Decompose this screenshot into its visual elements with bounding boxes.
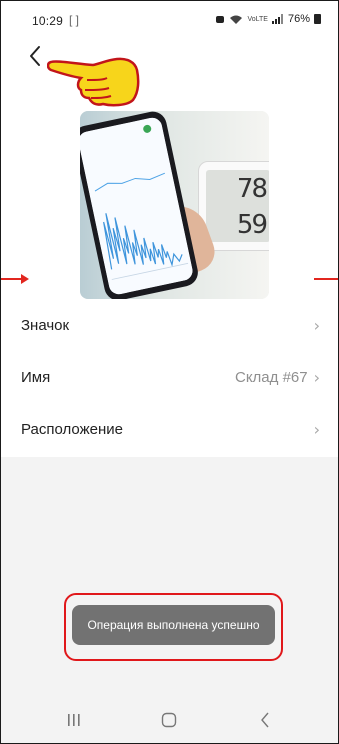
recent-apps-icon (67, 714, 80, 726)
alarm-icon (216, 16, 225, 23)
home-button[interactable] (149, 705, 189, 735)
screenshot-icon: [ ] (69, 13, 80, 27)
settings-row-icon[interactable]: Значок › (1, 299, 338, 351)
chevron-right-icon: › (313, 367, 320, 387)
row-label-icon: Значок (21, 316, 70, 334)
back-button[interactable] (23, 43, 47, 69)
back-nav-button[interactable] (245, 705, 285, 735)
row-value-name: Склад #67 (234, 368, 308, 386)
navigation-bar (1, 697, 338, 743)
thermometer-display: 78 59 (206, 170, 269, 242)
status-bar: 10:29 [ ] VoLTE 76% (1, 1, 338, 35)
pointing-hand-icon (47, 57, 140, 107)
chevron-right-icon: › (313, 315, 320, 335)
toast-text: Операция выполнена успешно (87, 618, 260, 632)
chevron-right-icon: › (313, 419, 320, 439)
recent-apps-button[interactable] (54, 705, 94, 735)
network-type: VoLTE (247, 15, 268, 23)
home-icon (162, 712, 177, 728)
thermometer-temperature: 78 (236, 174, 268, 204)
left-marker-arrow (21, 274, 29, 284)
settings-row-location[interactable]: Расположение › (1, 403, 338, 455)
app-screen: 10:29 [ ] VoLTE 76% 78 59 Значок › Имя С… (0, 0, 339, 744)
wifi-icon (230, 15, 243, 24)
settings-row-name[interactable]: Имя Склад #67 › (1, 351, 338, 403)
back-nav-icon (261, 712, 269, 728)
battery-percent: 76% (287, 13, 310, 25)
chevron-left-icon (30, 46, 40, 66)
signal-icon (271, 14, 283, 24)
device-image: 78 59 (80, 111, 269, 299)
status-time: 10:29 (32, 14, 64, 28)
thermometer-humidity: 59 (236, 210, 268, 240)
right-marker (314, 278, 338, 280)
row-label-name: Имя (21, 368, 51, 386)
left-marker (1, 278, 21, 280)
status-icons: VoLTE 76% (215, 13, 321, 25)
row-label-location: Расположение (21, 420, 123, 438)
toast-highlight: Операция выполнена успешно (64, 593, 283, 661)
battery-icon (314, 14, 321, 24)
toast-message: Операция выполнена успешно (72, 605, 275, 645)
